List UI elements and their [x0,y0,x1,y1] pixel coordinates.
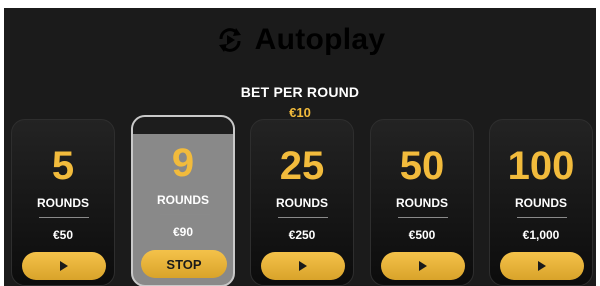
rounds-label: ROUNDS [514,196,567,210]
card-top-band [133,117,233,134]
play-icon [419,261,427,271]
play-button[interactable] [500,252,584,280]
rounds-label: ROUNDS [36,196,89,210]
play-icon [60,261,68,271]
rounds-count: 50 [399,144,445,188]
bet-per-round-label: BET PER ROUND [240,84,360,100]
play-button[interactable] [381,252,465,280]
divider [39,217,89,218]
play-icon [538,261,546,271]
rounds-option-9[interactable]: 9 ROUNDS €90 STOP [131,115,235,286]
divider [398,217,448,218]
stop-button-label: STOP [166,256,202,272]
divider [517,217,567,218]
play-icon [299,261,307,271]
rounds-count: 25 [279,144,325,188]
rounds-option-5[interactable]: 5 ROUNDS €50 [11,119,115,286]
play-button[interactable] [261,252,345,280]
total-cost: €250 [288,228,316,242]
total-cost: €1,000 [522,228,560,242]
autoplay-header: Autoplay [4,20,596,60]
autoplay-cycle-icon [218,28,241,52]
rounds-count: 100 [507,144,575,188]
rounds-label: ROUNDS [275,196,328,210]
rounds-label: ROUNDS [156,193,209,207]
autoplay-panel: Autoplay BET PER ROUND €10 5 ROUNDS €50 … [4,8,596,286]
play-button[interactable] [22,252,106,280]
divider [160,214,210,215]
rounds-option-50[interactable]: 50 ROUNDS €500 [370,119,474,286]
total-cost: €90 [172,225,194,239]
divider [278,217,328,218]
rounds-count: 9 [171,141,195,185]
page-title: Autoplay [254,23,386,56]
bet-per-round-value: €10 [289,105,311,120]
rounds-label: ROUNDS [395,196,448,210]
rounds-option-25[interactable]: 25 ROUNDS €250 [250,119,354,286]
stop-button[interactable]: STOP [141,250,227,278]
total-cost: €500 [408,228,436,242]
rounds-option-100[interactable]: 100 ROUNDS €1,000 [489,119,593,286]
total-cost: €50 [52,228,74,242]
rounds-count: 5 [51,144,75,188]
